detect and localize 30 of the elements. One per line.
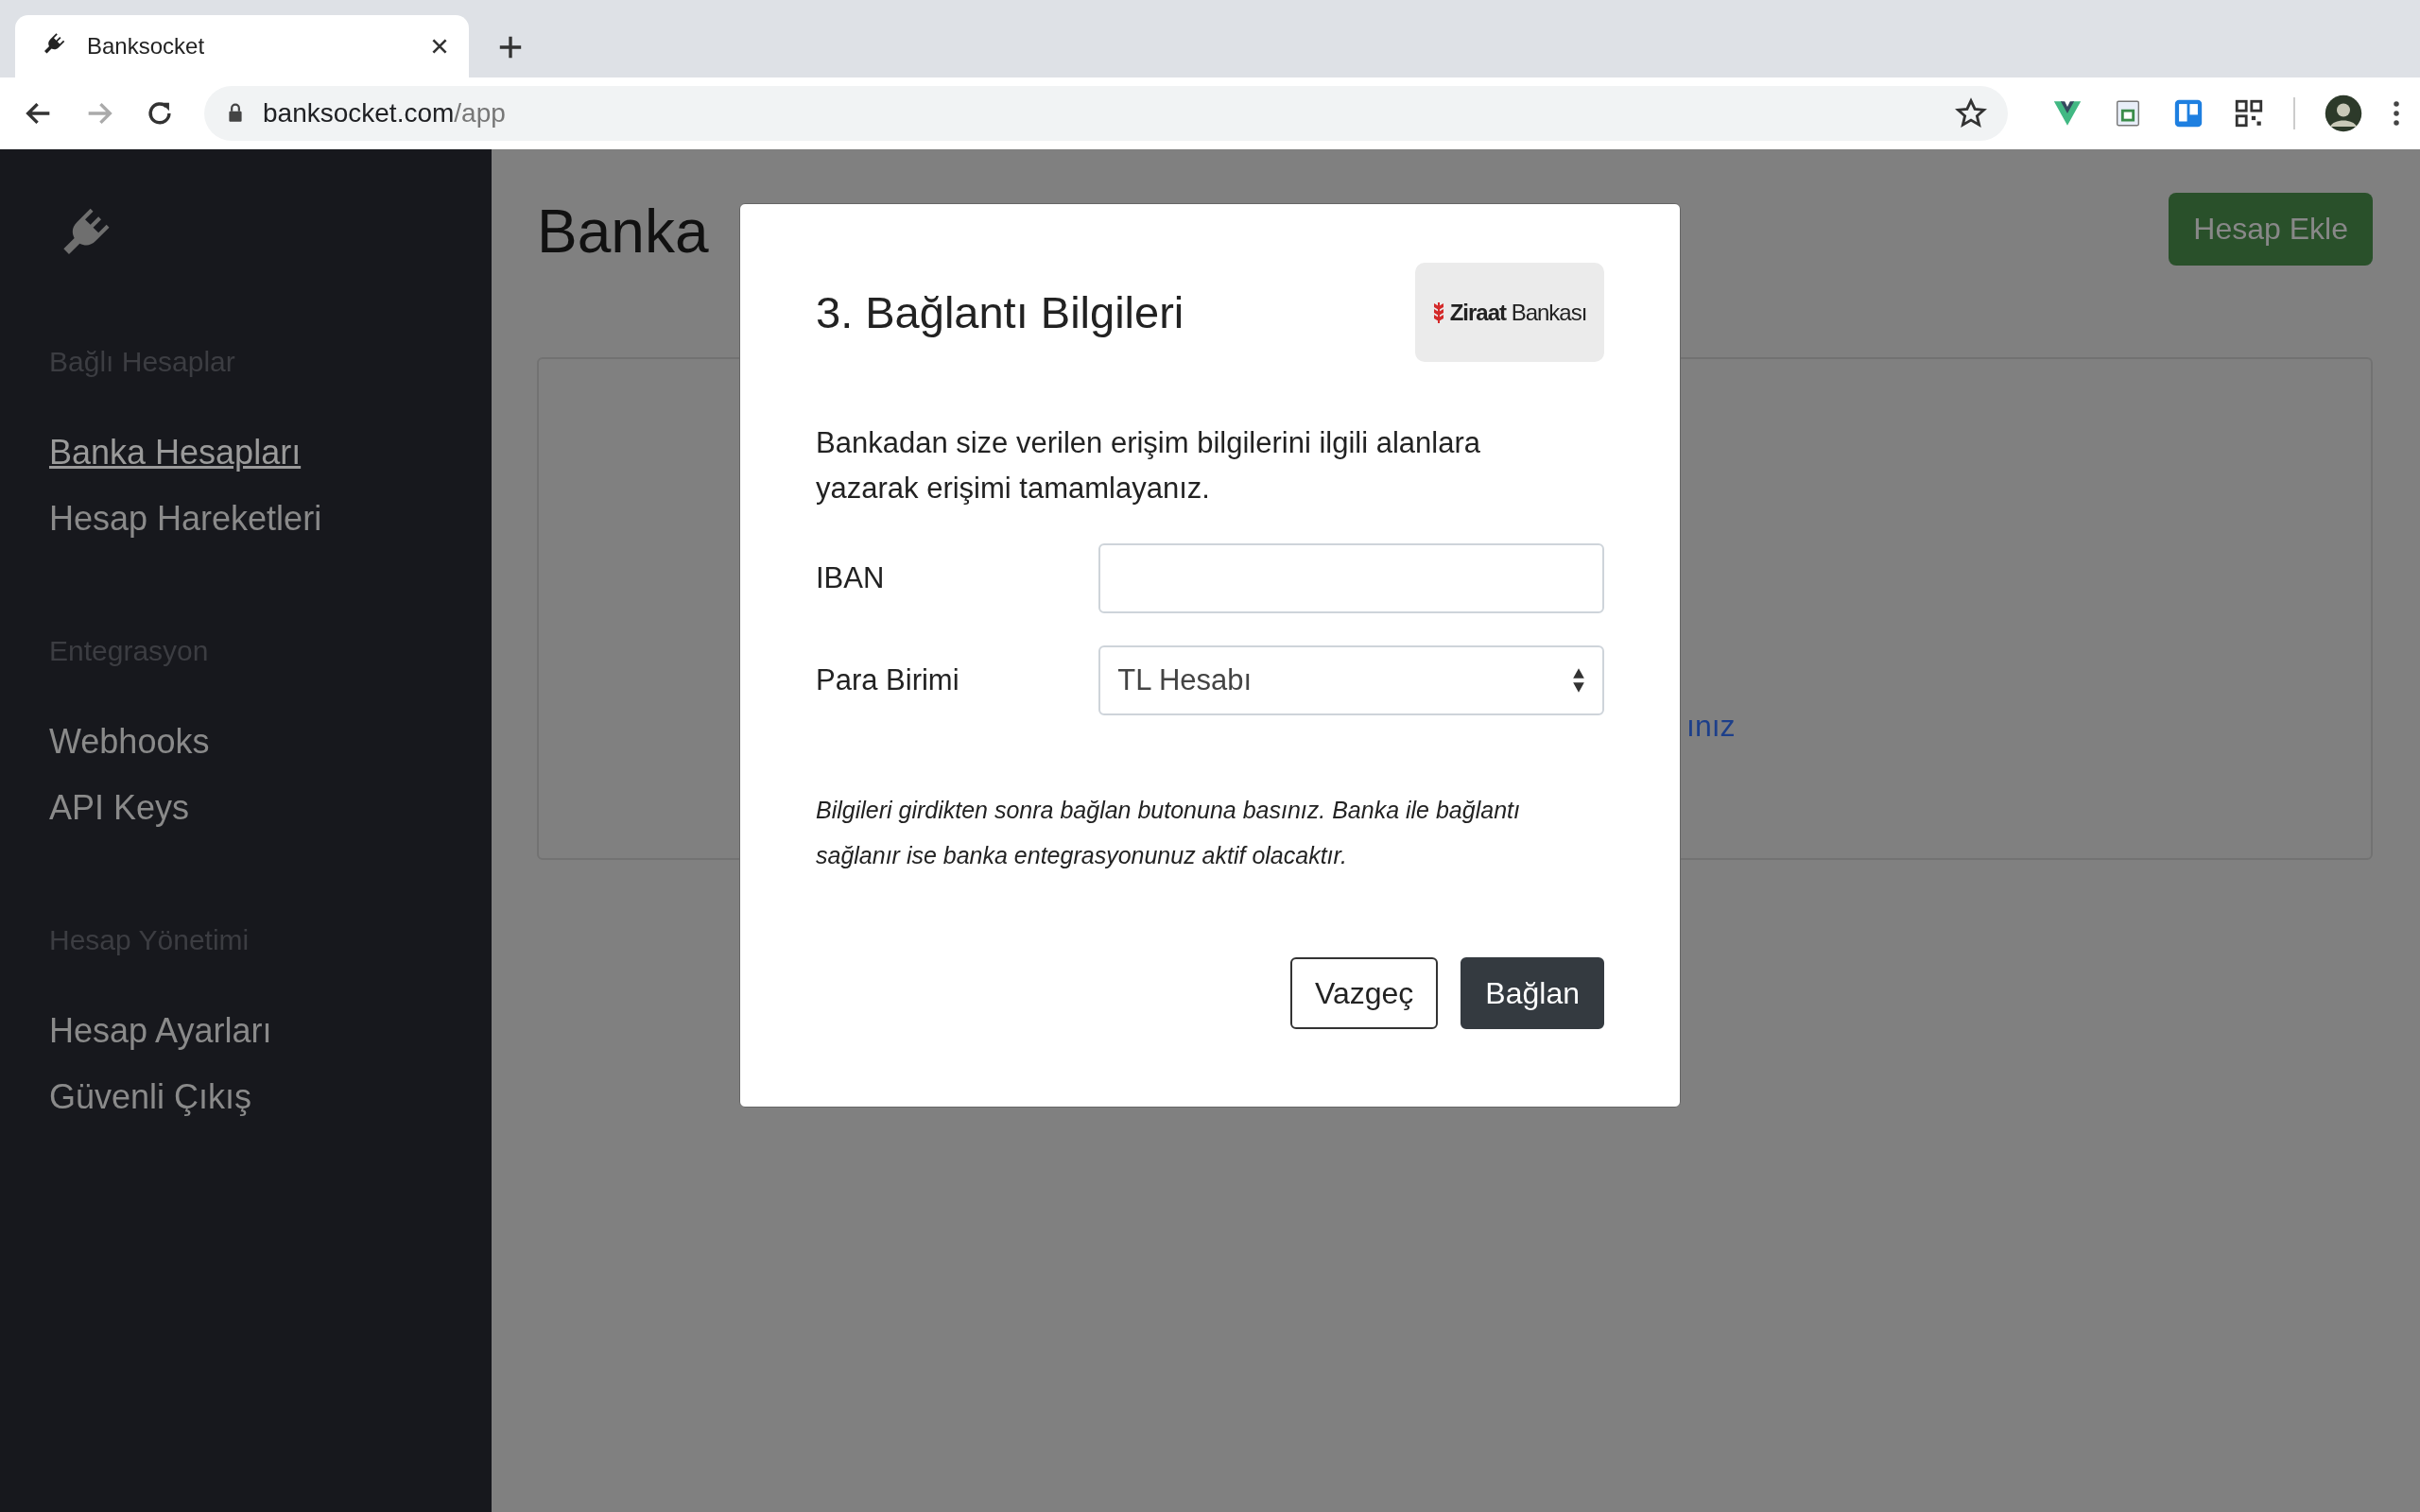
description: Bankadan size verilen erişim bilgilerini ilgili alanlara yazarak erişimi tamamlayanız. xyxy=(816,425,1481,507)
star-icon[interactable] xyxy=(1955,97,1987,129)
add-account-button[interactable]: Hesap Ekle xyxy=(2169,193,2373,266)
avatar-icon[interactable] xyxy=(2324,94,2363,133)
address-bar[interactable]: banksocket.com/app xyxy=(204,86,2008,141)
sidebar-item[interactable]: Güvenli Çıkış xyxy=(49,1064,442,1130)
sidebar-item[interactable]: Webhooks xyxy=(49,709,442,775)
lock-icon xyxy=(227,103,244,124)
sidebar-item[interactable]: Hesap Ayarları xyxy=(49,998,442,1064)
connect-button[interactable]: Bağlan xyxy=(1461,957,1604,1029)
sort-arrows-icon xyxy=(1572,667,1585,694)
browser-tab[interactable]: Banksocket xyxy=(15,15,469,77)
field-label: Para Birimi xyxy=(816,663,960,697)
iban-field[interactable] xyxy=(1098,543,1604,613)
qr-code-icon[interactable] xyxy=(2233,97,2265,129)
sidebar-item[interactable]: Hesap Hareketleri xyxy=(49,486,442,552)
page-title: Banka xyxy=(537,197,709,267)
bank-name: Ziraat Bankası xyxy=(1449,299,1587,326)
modal-title: 3. Bağlantı Bilgileri xyxy=(816,286,1184,338)
sidebar-item[interactable]: API Keys xyxy=(49,775,442,841)
cancel-button[interactable]: Vazgeç xyxy=(1290,957,1439,1029)
board-icon[interactable] xyxy=(2172,97,2204,129)
currency-select[interactable]: TL Hesabı xyxy=(1098,645,1604,715)
new-tab-icon[interactable] xyxy=(497,34,524,60)
url-text: banksocket.com/app xyxy=(263,98,507,129)
sidebar-item[interactable]: Banka Hesapları xyxy=(49,420,442,486)
menu-icon[interactable] xyxy=(2392,99,2401,128)
note: Bilgileri girdikten sonra bağlan butonuna basınız. Banka ile bağlantı sağlanır ise banka entegrasyonunuz aktif olacaktır. xyxy=(816,796,1521,870)
tab-title: Banksocket xyxy=(87,33,206,60)
field-label: IBAN xyxy=(816,561,886,595)
